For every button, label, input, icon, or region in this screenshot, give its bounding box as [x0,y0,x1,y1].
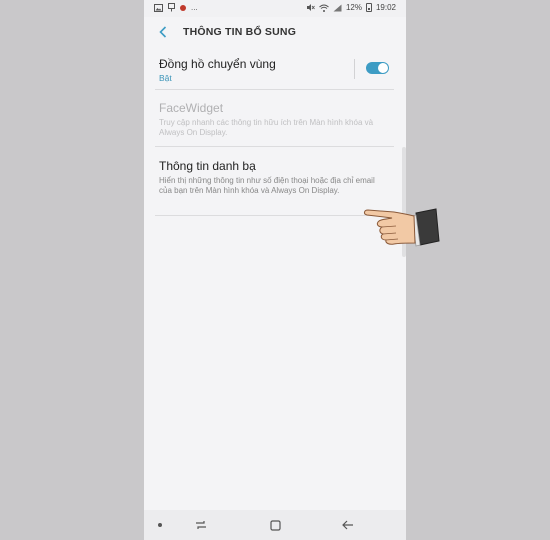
setting-facewidget: FaceWidget Truy cập nhanh các thông tin … [144,90,406,147]
chevron-left-icon [159,26,167,38]
signal-icon [333,4,342,11]
divider [155,215,394,216]
setting-title: FaceWidget [159,101,224,115]
setting-description: Truy cập nhanh các thông tin hữu ích trê… [159,118,374,137]
toggle-knob [378,63,388,73]
back-button[interactable] [153,22,173,42]
back-arrow-icon [342,520,353,530]
toggle-divider [354,59,355,79]
image-icon [154,3,163,12]
setting-title: Thông tin danh bạ [159,159,256,173]
home-icon [269,519,281,531]
mute-icon [306,4,315,11]
status-bar: ... 12% 19:02 [144,0,406,17]
dot-icon [158,523,162,527]
phone-screen: ... 12% 19:02 THÔNG TIN BỔ SUNG Đồng hồ … [144,0,406,540]
settings-list: Đồng hồ chuyển vùng Bật FaceWidget Truy … [144,47,406,216]
battery-icon [365,3,372,12]
setting-status: Bật [159,73,172,83]
home-button[interactable] [267,517,283,533]
recent-apps-icon [196,521,206,529]
setting-description: Hiển thị những thông tin như số điện tho… [159,176,375,195]
back-nav-button[interactable] [340,517,356,533]
recent-apps-button[interactable] [193,517,209,533]
status-left: ... [154,3,198,12]
status-more: ... [191,3,198,12]
navigation-bar [144,510,406,540]
status-time: 19:02 [375,3,396,12]
record-dot-icon [180,4,186,11]
page-title: THÔNG TIN BỔ SUNG [183,26,297,38]
roaming-clock-toggle[interactable] [366,62,389,74]
battery-percent: 12% [345,3,362,12]
status-right: 12% 19:02 [306,3,396,12]
app-header: THÔNG TIN BỔ SUNG [144,17,406,47]
download-icon [168,3,175,12]
pointing-hand-icon [364,208,440,247]
setting-title: Đồng hồ chuyển vùng [159,57,276,71]
setting-roaming-clock[interactable]: Đồng hồ chuyển vùng Bật [144,47,406,90]
wifi-icon [319,4,329,12]
